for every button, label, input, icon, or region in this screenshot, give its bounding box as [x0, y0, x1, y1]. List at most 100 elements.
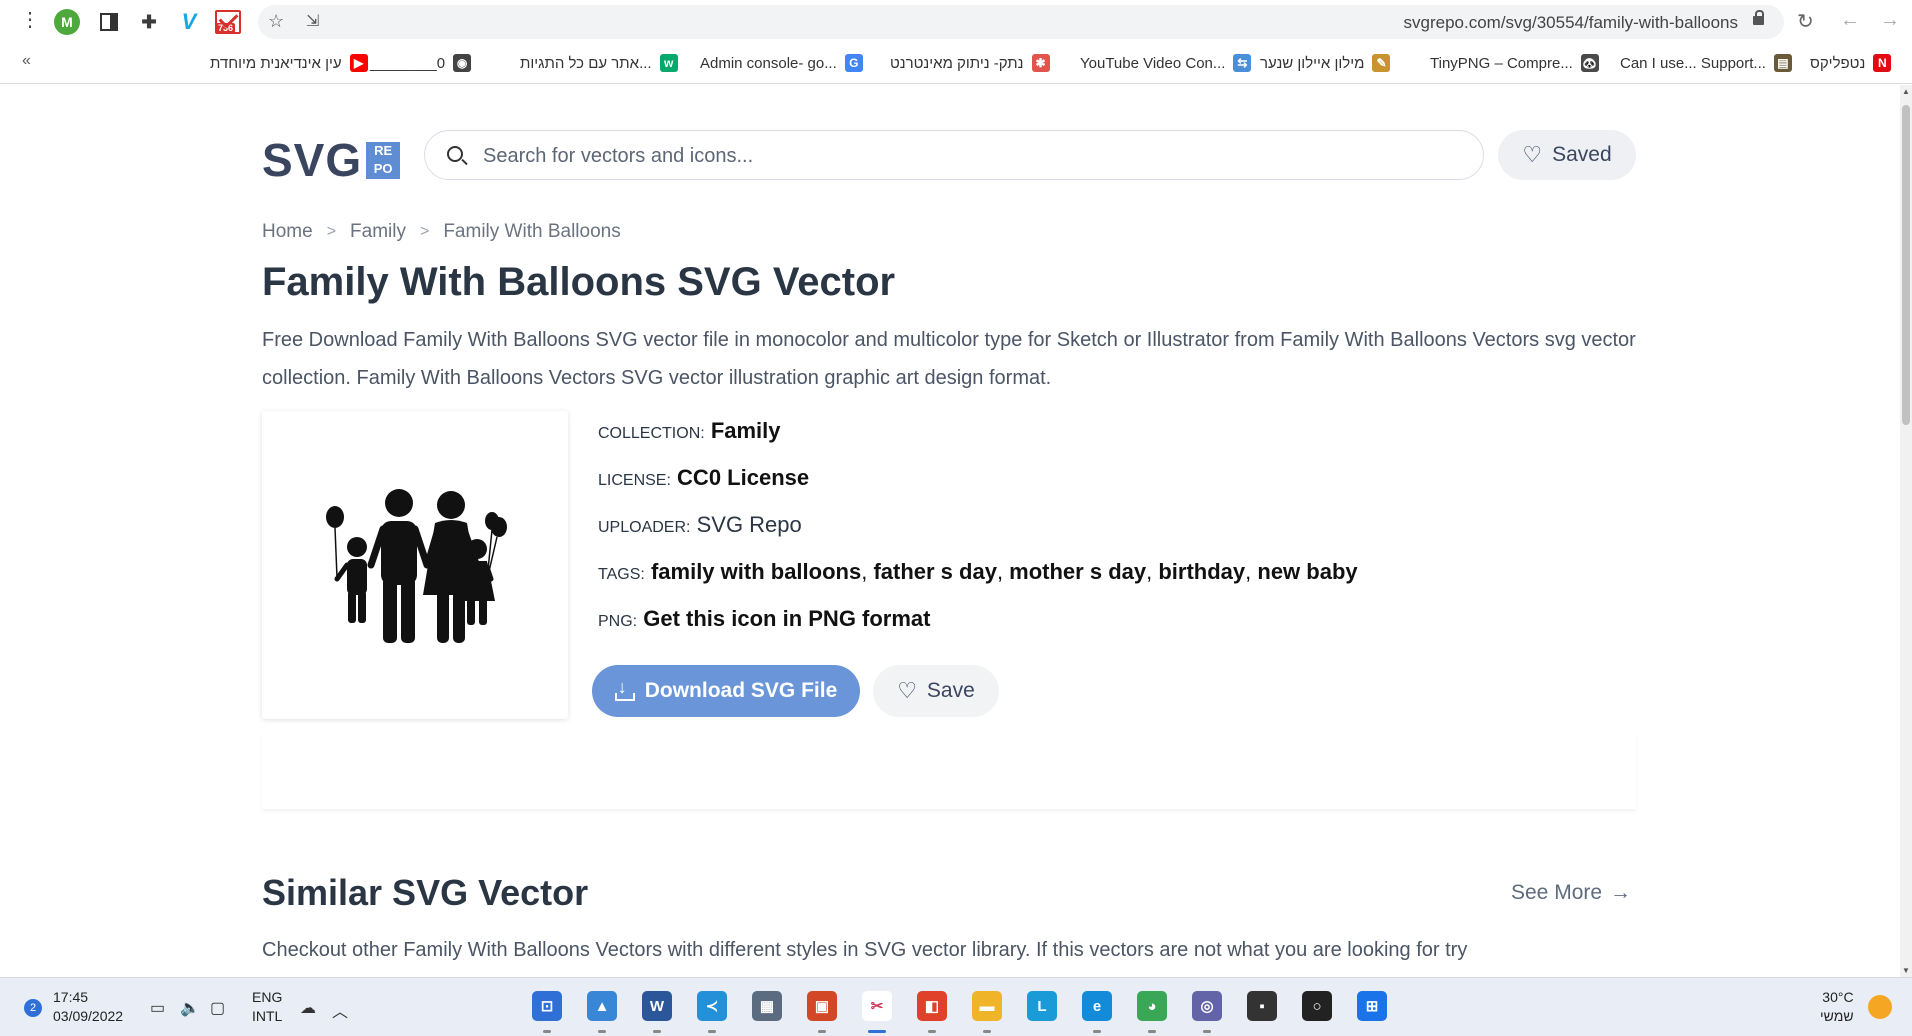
search-box	[424, 130, 1484, 180]
running-indicator	[868, 1030, 886, 1033]
teams-chat-app-icon[interactable]: ◎	[1192, 991, 1222, 1021]
bookmark-item[interactable]: Can I use... Support... ▤	[1620, 54, 1792, 72]
bookmarks-bar: « נטפליקס N Can I use... Support... ▤ TinyPN…	[0, 44, 1912, 84]
temperature: 30°C	[1822, 989, 1854, 1005]
running-indicator	[708, 1030, 716, 1033]
profile-extension-icon[interactable]: M	[54, 9, 80, 35]
language-line: ENG	[252, 989, 283, 1005]
bookmark-label: YouTube Video Con...	[1080, 54, 1226, 72]
tag-link[interactable]: father s day	[873, 559, 997, 584]
tag-link[interactable]: birthday	[1158, 559, 1245, 584]
youtube-icon: ▶	[349, 54, 368, 72]
scroll-up-icon[interactable]: ▲	[1902, 87, 1910, 96]
forward-arrow-icon[interactable]: ←	[1840, 9, 1860, 32]
bookmark-label: נתק- ניתוק מאינטרנט	[890, 54, 1024, 72]
input-language[interactable]: ENG INTL	[252, 988, 282, 1026]
bookmark-label: TinyPNG – Compre...	[1430, 54, 1573, 72]
search-app-icon[interactable]: ○	[1302, 991, 1332, 1021]
w3schools-icon: w	[659, 54, 678, 72]
clock[interactable]: 17:45 03/09/2022	[53, 988, 123, 1026]
meta-png: PNG: Get this icon in PNG format	[598, 606, 931, 632]
bookmark-item[interactable]: TinyPNG – Compre... 🐼	[1430, 54, 1599, 72]
page-scrollbar[interactable]: ▲ ▼	[1900, 85, 1912, 977]
bookmark-item[interactable]: Admin console- go... G	[700, 54, 863, 72]
chevron-up-icon[interactable]: ︿	[332, 998, 348, 1022]
chrome-app-icon[interactable]: ◕	[1137, 991, 1167, 1021]
bookmark-item[interactable]: נטפליקס N	[1810, 54, 1892, 72]
dictionary-icon: ✎	[1372, 54, 1391, 72]
globe-icon: ◉	[453, 54, 472, 72]
png-link[interactable]: Get this icon in PNG format	[643, 606, 930, 631]
network-icon[interactable]: ▢	[210, 998, 225, 1018]
extensions-puzzle-icon[interactable]: ✚	[136, 9, 162, 35]
scrollbar-thumb[interactable]	[1902, 105, 1910, 425]
share-icon[interactable]: ⇲	[306, 11, 319, 31]
word-app-icon[interactable]: W	[642, 991, 672, 1021]
save-button[interactable]: ♡ Save	[873, 665, 999, 717]
scroll-down-icon[interactable]: ▼	[1902, 966, 1910, 975]
meta-tags: TAGS: family with balloons, father s day…	[598, 559, 1358, 584]
battery-icon[interactable]: ▭	[150, 998, 165, 1018]
bookmark-label: Can I use... Support...	[1620, 54, 1766, 72]
vimeo-icon[interactable]: V	[176, 9, 202, 35]
url-text[interactable]: svgrepo.com/svg/30554/family-with-balloo…	[1404, 13, 1739, 33]
logo-text: SVG	[262, 134, 363, 186]
vscode-app-icon[interactable]: ≺	[697, 991, 727, 1021]
onedrive-icon[interactable]: ☁	[300, 998, 316, 1018]
bookmark-item[interactable]: מילון איילון שנער ✎	[1260, 54, 1391, 72]
office-app-icon[interactable]: ◧	[917, 991, 947, 1021]
bookmark-item[interactable]: YouTube Video Con... ⇆	[1080, 54, 1252, 72]
back-arrow-icon[interactable]: →	[1880, 9, 1900, 32]
bookmark-item[interactable]: אתר עם כל התגיות... w	[520, 54, 678, 72]
arrow-right-icon: →	[1610, 881, 1632, 904]
snipping-tool-app-icon[interactable]: ✂	[862, 991, 892, 1021]
gmail-icon[interactable]: 736	[214, 9, 242, 35]
weather-widget[interactable]: 30°C שמשי	[1820, 988, 1854, 1026]
side-panel-icon[interactable]	[96, 9, 122, 35]
bookmark-item[interactable]: נתק- ניתוק מאינטרנט ✱	[890, 54, 1050, 72]
saved-button[interactable]: ♡ Saved	[1498, 130, 1636, 180]
file-explorer-app-icon[interactable]: ▬	[972, 991, 1002, 1021]
bookmark-label: עין אינדיאנית מיוחדת	[210, 54, 342, 72]
breadcrumb: Home > Family > Family With Balloons	[262, 221, 621, 243]
breadcrumb-family[interactable]: Family	[350, 221, 406, 243]
more-bookmarks-icon[interactable]: «	[22, 52, 31, 70]
license-link[interactable]: CC0 License	[677, 465, 809, 490]
similar-title: Similar SVG Vector	[262, 872, 589, 913]
bookmark-item[interactable]: עין אינדיאנית מיוחדת ▶	[210, 54, 368, 72]
lock-icon[interactable]	[1753, 10, 1764, 28]
search-input[interactable]	[483, 143, 1443, 169]
chevron-right-icon: >	[326, 223, 337, 240]
tag-link[interactable]: mother s day	[1009, 559, 1146, 584]
collection-link[interactable]: Family	[711, 418, 781, 443]
powerpoint-app-icon[interactable]: ▣	[807, 991, 837, 1021]
bookmark-label: ________0	[370, 54, 446, 72]
bookmark-star-icon[interactable]: ☆	[268, 11, 284, 32]
kebab-menu-icon[interactable]: ⋮	[20, 10, 40, 30]
remote-desktop-app-icon[interactable]: ⊡	[532, 991, 562, 1021]
address-bar[interactable]: ☆ ⇲ svgrepo.com/svg/30554/family-with-ba…	[258, 5, 1784, 39]
download-svg-button[interactable]: Download SVG File	[592, 665, 860, 717]
photos-app-icon[interactable]: ▲	[587, 991, 617, 1021]
see-more-link[interactable]: See More →	[1511, 881, 1631, 905]
tag-link[interactable]: family with balloons	[651, 559, 861, 584]
volume-icon[interactable]: 🔈	[180, 998, 200, 1018]
edge-app-icon[interactable]: e	[1082, 991, 1112, 1021]
reload-icon[interactable]: ↻	[1797, 9, 1814, 34]
running-indicator	[1203, 1030, 1211, 1033]
breadcrumb-home[interactable]: Home	[262, 221, 313, 243]
logo-badge: RE PO	[366, 141, 401, 179]
bookmark-item[interactable]: ________0 ◉	[370, 54, 472, 72]
breadcrumb-current[interactable]: Family With Balloons	[443, 221, 620, 243]
tags-key: TAGS:	[598, 566, 645, 583]
calculator-app-icon[interactable]: ▦	[752, 991, 782, 1021]
running-indicator	[928, 1030, 936, 1033]
site-logo[interactable]: SVG RE PO	[262, 133, 401, 187]
terminal-app-icon[interactable]: ▪	[1247, 991, 1277, 1021]
tag-link[interactable]: new baby	[1257, 559, 1357, 584]
l-app-icon[interactable]: L	[1027, 991, 1057, 1021]
notification-badge[interactable]: 2	[24, 999, 42, 1017]
start-app-icon[interactable]: ⊞	[1357, 991, 1387, 1021]
bookmark-label: מילון איילון שנער	[1260, 54, 1365, 72]
netflix-icon: N	[1873, 54, 1892, 72]
